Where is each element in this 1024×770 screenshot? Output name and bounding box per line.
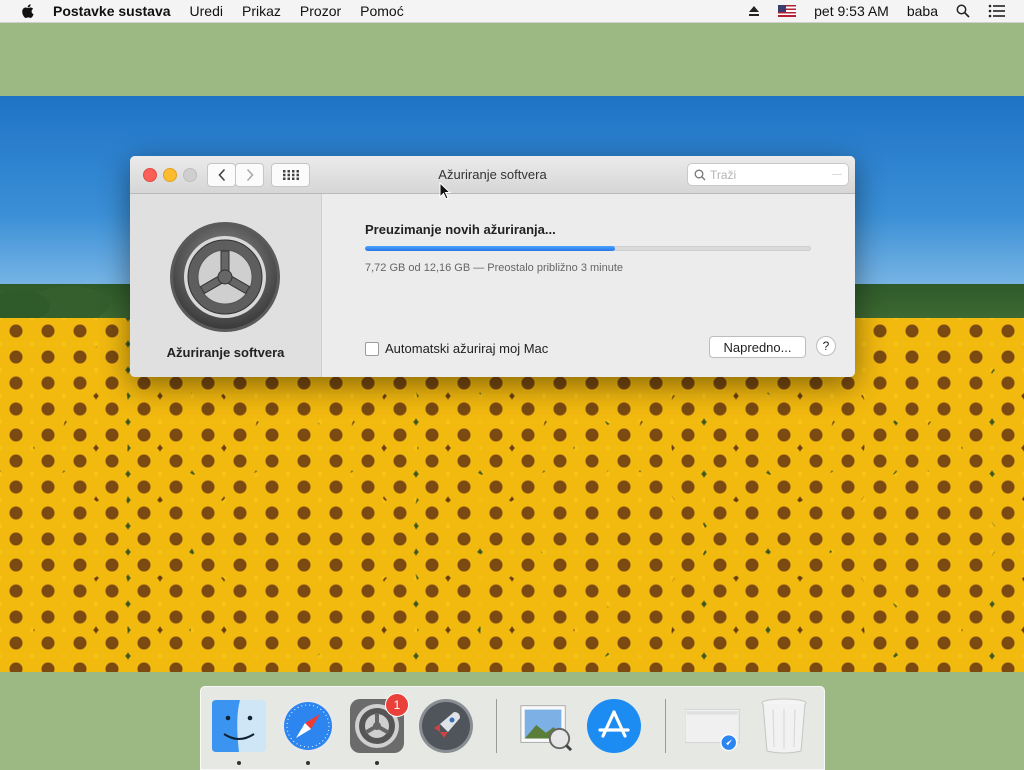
mouse-cursor-icon	[439, 182, 451, 200]
input-source-flag-icon[interactable]	[778, 5, 797, 17]
eject-icon[interactable]	[748, 5, 760, 17]
auto-update-row[interactable]: Automatski ažuriraj moj Mac	[365, 341, 548, 356]
app-store-icon	[587, 699, 641, 753]
dock-item-safari[interactable]	[280, 697, 336, 765]
download-progress-bar	[365, 246, 811, 251]
trash-icon	[761, 698, 807, 754]
running-indicator	[237, 761, 241, 765]
pane-sidebar: Ažuriranje softvera	[130, 194, 322, 377]
menu-app-name[interactable]: Postavke sustava	[53, 3, 171, 19]
dock-item-preview[interactable]	[517, 697, 573, 755]
notification-center-icon[interactable]	[988, 4, 1006, 18]
preview-icon	[520, 705, 573, 752]
spotlight-search-icon[interactable]	[956, 4, 970, 18]
dock-item-trash[interactable]	[756, 697, 812, 755]
finder-icon	[212, 700, 266, 752]
launchpad-icon	[419, 699, 473, 753]
user-name[interactable]: baba	[907, 3, 938, 19]
search-placeholder: Traži	[710, 167, 737, 182]
running-indicator	[375, 761, 379, 765]
apple-menu-icon[interactable]	[19, 2, 37, 20]
download-progress-text: 7,72 GB od 12,16 GB — Preostalo približn…	[365, 262, 624, 274]
advanced-button[interactable]: Napredno...	[709, 336, 806, 358]
auto-update-label[interactable]: Automatski ažuriraj moj Mac	[385, 341, 548, 356]
window-titlebar[interactable]: Ažuriranje softvera Traži —	[130, 156, 855, 194]
dock-separator	[496, 699, 497, 753]
menu-help[interactable]: Pomoć	[360, 3, 404, 19]
notification-badge: 1	[385, 693, 409, 717]
dock-item-app-store[interactable]	[586, 697, 642, 755]
download-progress-fill	[365, 246, 615, 251]
pane-content: Preuzimanje novih ažuriranja... 7,72 GB …	[322, 194, 855, 377]
downloads-stack-icon	[685, 708, 740, 752]
menu-window[interactable]: Prozor	[300, 3, 341, 19]
sidebar-title: Ažuriranje softvera	[166, 345, 285, 360]
search-clear-icon: —	[832, 169, 842, 180]
running-indicator	[306, 761, 310, 765]
dock-separator	[665, 699, 666, 753]
menu-edit[interactable]: Uredi	[190, 3, 223, 19]
dock: 1	[200, 686, 825, 770]
menu-bar: Postavke sustava Uredi Prikaz Prozor Pom…	[0, 0, 1024, 23]
help-button[interactable]: ?	[816, 336, 836, 356]
update-status-heading: Preuzimanje novih ažuriranja...	[365, 222, 556, 237]
clock[interactable]: pet 9:53 AM	[814, 3, 889, 19]
auto-update-checkbox[interactable]	[365, 341, 379, 356]
search-field[interactable]: Traži —	[687, 163, 849, 186]
software-update-gear-icon	[170, 222, 280, 332]
dock-item-finder[interactable]	[211, 697, 267, 765]
software-update-window: Ažuriranje softvera Traži — Ažuriranje s…	[130, 156, 855, 377]
search-icon	[694, 169, 706, 180]
dock-item-downloads-stack[interactable]	[685, 697, 741, 755]
dock-item-launchpad[interactable]	[418, 697, 474, 755]
menu-view[interactable]: Prikaz	[242, 3, 281, 19]
safari-icon	[281, 699, 335, 753]
dock-item-system-preferences[interactable]: 1	[349, 693, 409, 765]
